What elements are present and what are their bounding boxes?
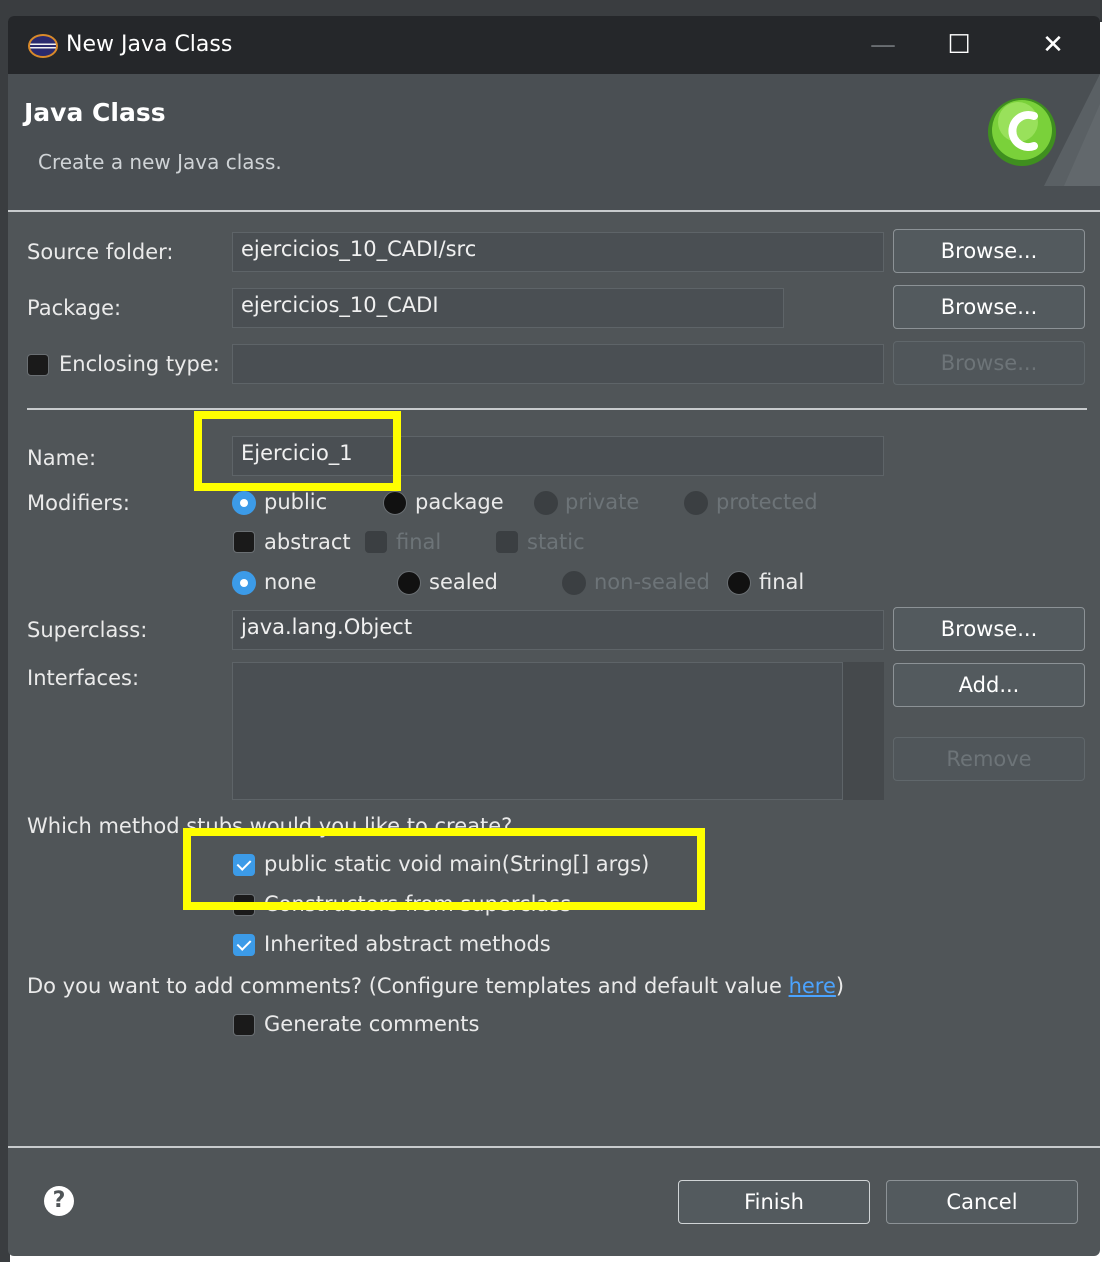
superclass-label: Superclass:	[27, 618, 148, 642]
protected-radio-label: protected	[716, 490, 818, 514]
none-radio-label: none	[264, 570, 317, 594]
private-radio[interactable]	[534, 491, 558, 515]
maximize-button[interactable]: ☐	[928, 24, 990, 66]
remove-interface-button[interactable]: Remove	[893, 737, 1085, 781]
page-description: Create a new Java class.	[38, 150, 282, 174]
interfaces-list[interactable]	[232, 662, 884, 800]
comments-question-suffix: )	[835, 974, 845, 998]
final-sealing-radio-label: final	[759, 570, 805, 594]
close-button[interactable]: ✕	[1022, 24, 1084, 66]
comments-question-text: Do you want to add comments? (Configure …	[27, 974, 789, 998]
non-sealed-radio-label: non-sealed	[594, 570, 710, 594]
none-radio[interactable]	[232, 571, 256, 595]
name-field-highlight	[194, 411, 401, 491]
java-class-wizard-icon	[988, 74, 1100, 186]
new-java-class-dialog: New Java Class — ☐ ✕ Java Class Create a…	[8, 16, 1100, 1256]
static-checkbox[interactable]	[496, 531, 518, 553]
package-radio[interactable]	[383, 491, 407, 515]
title-bar[interactable]: New Java Class — ☐ ✕	[8, 16, 1100, 74]
wizard-header: Java Class Create a new Java class.	[8, 74, 1100, 210]
public-radio[interactable]	[232, 491, 256, 515]
enclosing-type-label: Enclosing type:	[59, 352, 220, 376]
finish-button[interactable]: Finish	[678, 1180, 870, 1224]
modifiers-label: Modifiers:	[27, 491, 130, 515]
add-interface-button[interactable]: Add...	[893, 663, 1085, 707]
abstract-checkbox-label: abstract	[264, 530, 351, 554]
help-icon[interactable]: ?	[44, 1186, 74, 1216]
static-checkbox-label: static	[527, 530, 585, 554]
browse-superclass-button[interactable]: Browse...	[893, 607, 1085, 651]
minimize-button[interactable]: —	[852, 24, 914, 66]
protected-radio[interactable]	[684, 491, 708, 515]
window-title: New Java Class	[66, 32, 233, 57]
package-field[interactable]: ejercicios_10_CADI	[232, 288, 784, 328]
non-sealed-radio[interactable]	[562, 571, 586, 595]
package-label: Package:	[27, 296, 122, 320]
header-separator	[8, 210, 1100, 212]
source-folder-field[interactable]: ejercicios_10_CADI/src	[232, 232, 884, 272]
inherited-abstract-label: Inherited abstract methods	[264, 932, 551, 956]
comments-question: Do you want to add comments? (Configure …	[27, 974, 844, 998]
superclass-field[interactable]: java.lang.Object	[232, 610, 884, 650]
final-checkbox[interactable]	[365, 531, 387, 553]
browse-source-folder-button[interactable]: Browse...	[893, 229, 1085, 273]
final-checkbox-label: final	[396, 530, 442, 554]
public-radio-label: public	[264, 490, 328, 514]
configure-templates-link[interactable]: here	[789, 974, 836, 998]
page-title: Java Class	[24, 98, 166, 127]
interfaces-scrollbar[interactable]	[842, 662, 884, 800]
enclosing-type-checkbox[interactable]	[27, 354, 49, 376]
interfaces-label: Interfaces:	[27, 666, 140, 690]
browse-package-button[interactable]: Browse...	[893, 285, 1085, 329]
generate-comments-checkbox[interactable]	[233, 1014, 255, 1036]
section-separator	[27, 408, 1087, 410]
name-label: Name:	[27, 446, 97, 470]
cancel-button[interactable]: Cancel	[886, 1180, 1078, 1224]
abstract-checkbox[interactable]	[233, 531, 255, 553]
sealed-radio[interactable]	[397, 571, 421, 595]
enclosing-type-field[interactable]	[232, 344, 884, 384]
private-radio-label: private	[565, 490, 640, 514]
final-sealing-radio[interactable]	[727, 571, 751, 595]
browse-enclosing-type-button[interactable]: Browse...	[893, 341, 1085, 385]
footer-separator	[8, 1146, 1100, 1148]
generate-comments-label: Generate comments	[264, 1012, 480, 1036]
main-method-highlight	[183, 828, 705, 910]
package-radio-label: package	[415, 490, 504, 514]
eclipse-icon	[28, 34, 58, 58]
sealed-radio-label: sealed	[429, 570, 498, 594]
inherited-abstract-checkbox[interactable]	[233, 934, 255, 956]
source-folder-label: Source folder:	[27, 240, 174, 264]
